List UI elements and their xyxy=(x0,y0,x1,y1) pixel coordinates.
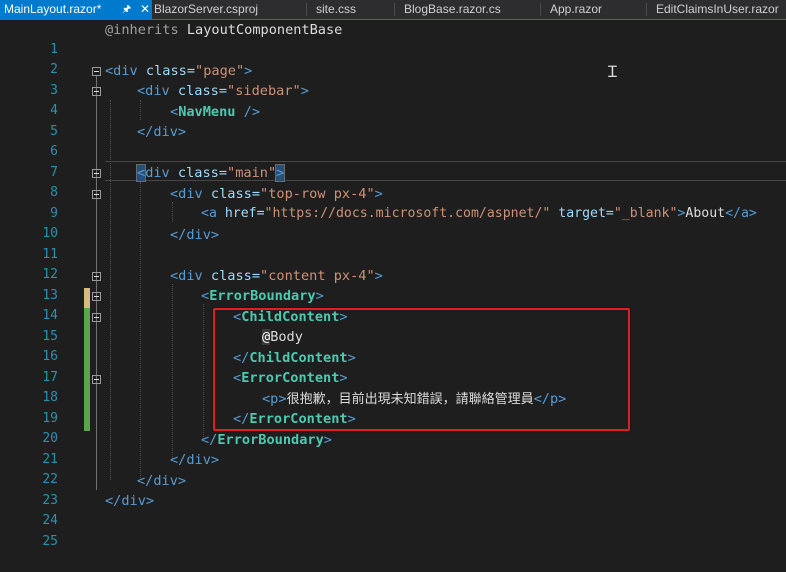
code-line[interactable]: 7 xyxy=(0,143,786,180)
attr-value: "sidebar" xyxy=(227,83,301,99)
tab-label: BlogBase.razor.cs xyxy=(404,2,501,16)
tag-close: > xyxy=(315,288,324,304)
text-cursor-icon: Ɪ xyxy=(608,62,617,81)
tab-separator xyxy=(540,3,541,16)
tab-mainlayout-razor[interactable]: MainLayout.razor* 🖈 ✕ xyxy=(0,0,152,19)
attr-name: class= xyxy=(169,165,228,181)
tag-close: > xyxy=(300,83,309,99)
tag-open: <div xyxy=(137,83,170,99)
attr-value: "main" xyxy=(227,165,277,181)
attr-name: target= xyxy=(550,206,614,221)
attr-name: class= xyxy=(202,268,261,284)
component-name: NavMenu xyxy=(178,104,236,120)
code-line[interactable]: 11 </div> xyxy=(0,225,786,262)
tab-label: App.razor xyxy=(550,2,603,16)
tab-separator xyxy=(394,3,395,16)
tag-open: <div xyxy=(105,63,138,79)
attr-name: class= xyxy=(202,186,261,202)
directive-value: LayoutComponentBase xyxy=(178,22,343,38)
tag-open: <div xyxy=(170,186,203,202)
collapse-icon[interactable] xyxy=(92,292,101,301)
code-line[interactable]: 10 <a href="https://docs.microsoft.com/a… xyxy=(0,204,786,241)
tag-open: <a xyxy=(201,206,217,221)
code-line[interactable]: 25 xyxy=(0,512,786,549)
link-text: About xyxy=(685,206,726,221)
brace-match-close: > xyxy=(275,164,286,182)
attr-name: href= xyxy=(216,206,265,221)
collapse-icon[interactable] xyxy=(92,87,101,96)
tag-open: <div xyxy=(170,268,203,284)
tag-close: </div> xyxy=(137,473,187,489)
tag-close: > xyxy=(374,186,383,202)
tag-close: </div> xyxy=(170,452,220,468)
close-icon[interactable]: ✕ xyxy=(140,0,150,19)
attr-value: "top-row px-4" xyxy=(260,186,375,202)
tab-separator xyxy=(646,3,647,16)
attr-value: "https://docs.microsoft.com/aspnet/" xyxy=(264,206,551,221)
collapse-icon[interactable] xyxy=(92,313,101,322)
tab-label: EditClaimsInUser.razor xyxy=(656,2,779,16)
code-line[interactable]: 3 <div class="page"> xyxy=(0,61,786,98)
component-name: ErrorBoundary xyxy=(209,288,316,304)
tag-open: < xyxy=(170,104,179,120)
tab-separator xyxy=(306,3,307,16)
brace-match-open: < xyxy=(135,164,147,182)
code-line[interactable]: 1 @inherits LayoutComponentBase xyxy=(0,20,786,57)
tab-blazorserver-csproj[interactable]: BlazorServer.csproj xyxy=(150,0,258,19)
code-line[interactable]: 14 <ErrorBoundary> xyxy=(0,286,786,323)
collapse-icon[interactable] xyxy=(92,375,101,384)
code-editor[interactable]: 1 @inherits LayoutComponentBase 2 3 <div… xyxy=(0,20,786,549)
attr-value: "page" xyxy=(195,63,245,79)
tab-editclaimsinuser-razor[interactable]: EditClaimsInUser.razor xyxy=(652,0,779,19)
tag-close: </div> xyxy=(105,493,155,509)
tag-close: > xyxy=(323,432,332,448)
collapse-icon[interactable] xyxy=(92,190,101,199)
tag-open: </ xyxy=(201,432,218,448)
tag-close: </div> xyxy=(170,227,220,243)
code-line[interactable]: 4 <div class="sidebar"> xyxy=(0,81,786,118)
tag-close: </a> xyxy=(725,206,757,221)
code-line[interactable]: 6 </div> xyxy=(0,122,786,159)
line-number: 25 xyxy=(42,534,58,549)
attr-value: "content px-4" xyxy=(260,268,375,284)
pin-icon[interactable]: 🖈 xyxy=(122,0,131,19)
attr-name: class= xyxy=(169,83,228,99)
attr-name: class= xyxy=(137,63,196,79)
tag-close: /> xyxy=(235,104,261,120)
tag-close: > xyxy=(374,268,383,284)
highlight-annotation-box xyxy=(213,308,630,431)
code-line[interactable]: 24 </div> xyxy=(0,491,786,528)
code-line[interactable]: 21 </ErrorBoundary> xyxy=(0,430,786,467)
collapse-icon[interactable] xyxy=(92,169,101,178)
code-line[interactable]: 23 </div> xyxy=(0,471,786,508)
code-line[interactable]: 9 <div class="top-row px-4"> xyxy=(0,184,786,221)
code-line[interactable]: 12 xyxy=(0,245,786,282)
code-line[interactable]: 22 </div> xyxy=(0,450,786,487)
code-line[interactable]: 8 <div class="main"> xyxy=(0,163,786,200)
tab-label: site.css xyxy=(316,2,357,16)
attr-value: "_blank" xyxy=(613,206,678,221)
tag-close: > xyxy=(244,63,253,79)
code-line[interactable]: 5 <NavMenu /> xyxy=(0,102,786,139)
tab-site-css[interactable]: site.css xyxy=(312,0,356,19)
component-name: ErrorBoundary xyxy=(217,432,324,448)
directive-keyword: @inherits xyxy=(105,22,179,38)
tab-label: BlazorServer.csproj xyxy=(154,2,259,16)
tag-open: < xyxy=(201,288,210,304)
tag-close: </div> xyxy=(137,124,187,140)
collapse-icon[interactable] xyxy=(92,67,101,76)
tab-label: MainLayout.razor* xyxy=(4,2,102,16)
tab-app-razor[interactable]: App.razor xyxy=(546,0,602,19)
tab-blogbase-razor-cs[interactable]: BlogBase.razor.cs xyxy=(400,0,501,19)
collapse-icon[interactable] xyxy=(92,272,101,281)
code-line[interactable]: 13 <div class="content px-4"> xyxy=(0,266,786,303)
code-line[interactable]: 2 xyxy=(0,40,786,77)
document-tab-strip: MainLayout.razor* 🖈 ✕ BlazorServer.cspro… xyxy=(0,0,786,20)
tag-name: div xyxy=(145,165,170,181)
